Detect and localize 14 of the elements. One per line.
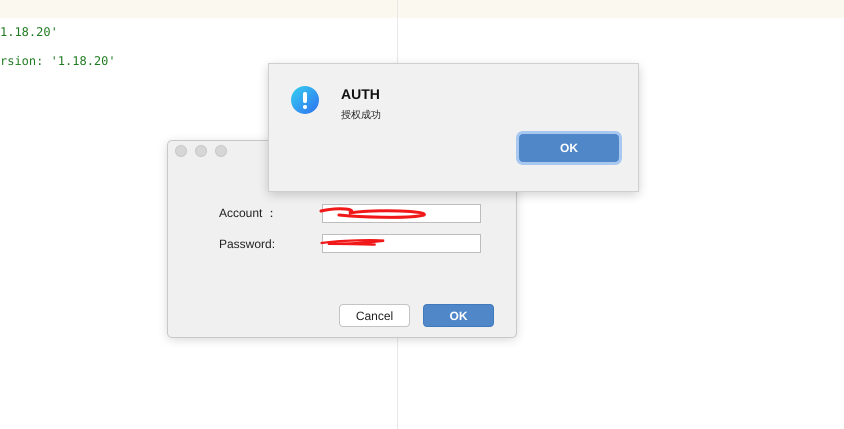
ok-button[interactable]: OK <box>423 304 494 327</box>
code-line: 1.18.20' <box>0 25 58 39</box>
ok-button[interactable]: OK <box>519 134 619 162</box>
window-zoom-icon[interactable] <box>215 145 227 157</box>
window-minimize-icon[interactable] <box>195 145 207 157</box>
window-close-icon[interactable] <box>175 145 187 157</box>
field-label: Account ： <box>219 205 279 222</box>
input-field[interactable] <box>322 234 481 253</box>
code-line: rsion: '1.18.20' <box>0 54 116 68</box>
alert-title: AUTH <box>341 86 381 102</box>
cancel-button[interactable]: Cancel <box>339 304 410 327</box>
field-label: Password: <box>219 236 276 250</box>
alert-icon <box>291 86 319 114</box>
alert-message: 授权成功 <box>341 108 381 122</box>
